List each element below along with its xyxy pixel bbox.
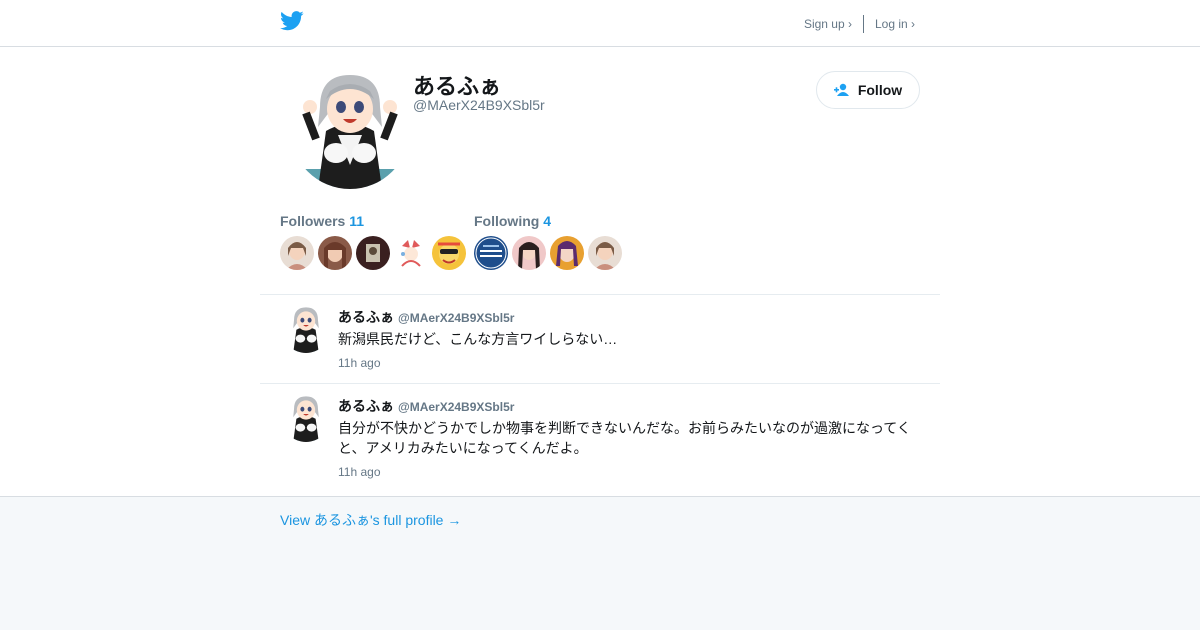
add-user-icon (833, 83, 849, 96)
tweet-text: 自分が不快かどうかでしか物事を判断できないんだな。お前らみたいなのが過激になって… (338, 420, 911, 456)
tweet-avatar[interactable] (282, 394, 330, 442)
tweet-timestamp[interactable]: 11h ago (338, 465, 381, 479)
followers-count: 11 (349, 213, 365, 229)
followers-stat[interactable]: Followers 11 (280, 213, 364, 229)
divider (260, 383, 940, 384)
follower-avatar[interactable] (394, 236, 428, 270)
tweet-author-handle: @MAerX24B9XSbl5r (398, 400, 515, 414)
following-avatar[interactable] (550, 236, 584, 270)
following-avatar[interactable] (474, 236, 508, 270)
tweet-author-name: あるふぁ (338, 309, 394, 325)
followers-avatars (280, 236, 470, 270)
following-stat[interactable]: Following 4 (474, 213, 551, 229)
follow-button[interactable]: Follow (816, 71, 920, 109)
tweet-author-name: あるふぁ (338, 398, 394, 414)
top-bar: Sign up › Log in › (0, 0, 1200, 47)
follow-label: Follow (857, 82, 903, 98)
following-avatars (474, 236, 626, 270)
tweet-author[interactable]: あるふぁ @MAerX24B9XSbl5r (338, 396, 514, 416)
following-label: Following (474, 213, 540, 229)
login-link[interactable]: Log in › (875, 17, 915, 31)
signup-link[interactable]: Sign up › (804, 17, 852, 31)
view-full-profile-link[interactable]: View あるふぁ's full profile → (280, 510, 461, 530)
follower-avatar[interactable] (356, 236, 390, 270)
auth-links: Sign up › Log in › (804, 15, 915, 33)
followers-label: Followers (280, 213, 346, 229)
twitter-bird-icon[interactable] (280, 11, 304, 31)
following-count: 4 (543, 213, 552, 229)
tweet-author[interactable]: あるふぁ @MAerX24B9XSbl5r (338, 307, 514, 327)
profile-card: あるふぁ @MAerX24B9XSbl5r Follow Followers 1… (0, 47, 1200, 497)
divider (862, 15, 864, 33)
tweet-timestamp[interactable]: 11h ago (338, 356, 381, 370)
profile-avatar[interactable] (290, 69, 410, 189)
following-avatar[interactable] (588, 236, 622, 270)
divider (260, 294, 940, 295)
tweet-author-handle: @MAerX24B9XSbl5r (398, 311, 515, 325)
follower-avatar[interactable] (280, 236, 314, 270)
following-avatar[interactable] (512, 236, 546, 270)
tweet-text: 新潟県民だけど、こんな方言ワイしらない… (338, 331, 618, 347)
follower-avatar[interactable] (318, 236, 352, 270)
profile-handle: @MAerX24B9XSbl5r (413, 97, 545, 113)
follower-avatar[interactable] (432, 236, 466, 270)
tweet-avatar[interactable] (282, 305, 330, 353)
